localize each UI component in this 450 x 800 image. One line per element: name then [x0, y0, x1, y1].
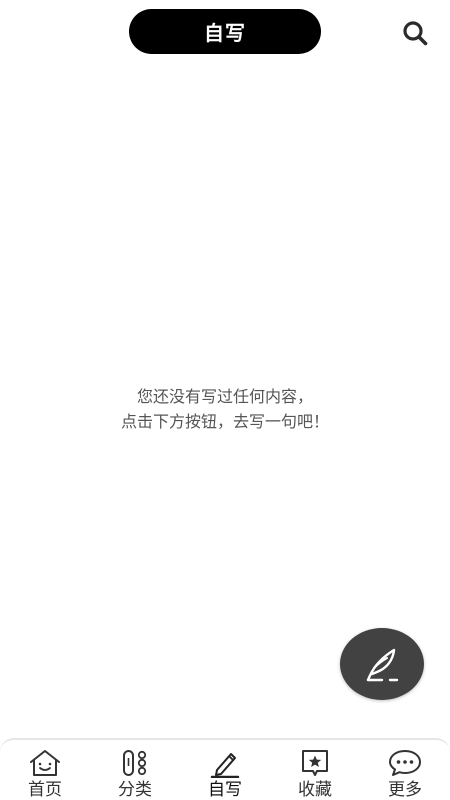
nav-item-category[interactable]: 分类	[90, 740, 180, 800]
nav-label-home: 首页	[28, 780, 62, 800]
write-fab-button[interactable]	[340, 628, 424, 700]
empty-state-line-1: 您还没有写过任何内容，	[136, 387, 313, 406]
nav-item-more[interactable]: 更多	[360, 740, 450, 800]
quill-pen-icon	[366, 648, 399, 682]
nav-item-write[interactable]: 自写	[180, 740, 270, 800]
pencil-icon	[210, 753, 240, 778]
screen: 自写 您还没有写过任何内容， 点击下方按钮，去写一句吧！ 首页 分类 自写 收藏…	[0, 0, 450, 800]
nav-item-favorites[interactable]: 收藏	[270, 740, 360, 800]
nav-label-category: 分类	[118, 780, 152, 800]
page-title-pill: 自写	[129, 9, 321, 54]
empty-state-line-2: 点击下方按钮，去写一句吧！	[120, 412, 329, 431]
favorite-star-icon	[302, 750, 328, 776]
home-icon	[30, 750, 60, 776]
nav-label-write: 自写	[208, 780, 242, 800]
nav-label-more: 更多	[388, 780, 422, 800]
search-icon	[403, 21, 428, 46]
category-icon	[123, 750, 147, 776]
page-title: 自写	[204, 21, 246, 45]
nav-item-home[interactable]: 首页	[0, 740, 90, 800]
search-button[interactable]	[400, 18, 430, 48]
more-chat-icon	[389, 750, 421, 776]
bottom-nav: 首页 分类 自写 收藏 更多	[0, 738, 450, 800]
nav-label-favorites: 收藏	[298, 780, 332, 800]
empty-state-message: 您还没有写过任何内容， 点击下方按钮，去写一句吧！	[0, 384, 450, 434]
